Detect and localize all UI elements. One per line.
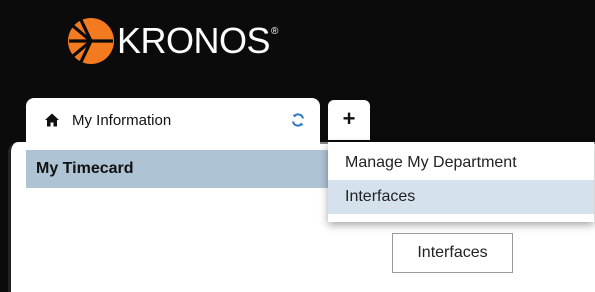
widget-title: My Timecard xyxy=(36,160,134,177)
plus-icon: + xyxy=(342,106,356,131)
home-icon xyxy=(45,113,59,127)
widget-header-my-timecard[interactable]: My Timecard xyxy=(26,150,331,188)
tab-my-information[interactable]: My Information xyxy=(26,98,320,142)
logo-text: KRONOS xyxy=(117,20,271,61)
kronos-logo-icon xyxy=(68,18,114,64)
menu-item-interfaces[interactable]: Interfaces xyxy=(328,180,594,214)
registered-mark: ® xyxy=(271,26,279,37)
app-window: KRONOS ® My Information + My Timecard Ma… xyxy=(0,0,595,292)
tooltip: Interfaces xyxy=(392,233,513,273)
add-tab-dropdown-menu: Manage My Department Interfaces xyxy=(328,142,594,222)
kronos-logo: KRONOS ® xyxy=(67,12,278,70)
menu-item-manage-my-department[interactable]: Manage My Department xyxy=(328,146,594,180)
tab-label: My Information xyxy=(72,111,172,129)
refresh-icon[interactable] xyxy=(290,112,306,128)
add-tab-button[interactable]: + xyxy=(328,100,370,140)
